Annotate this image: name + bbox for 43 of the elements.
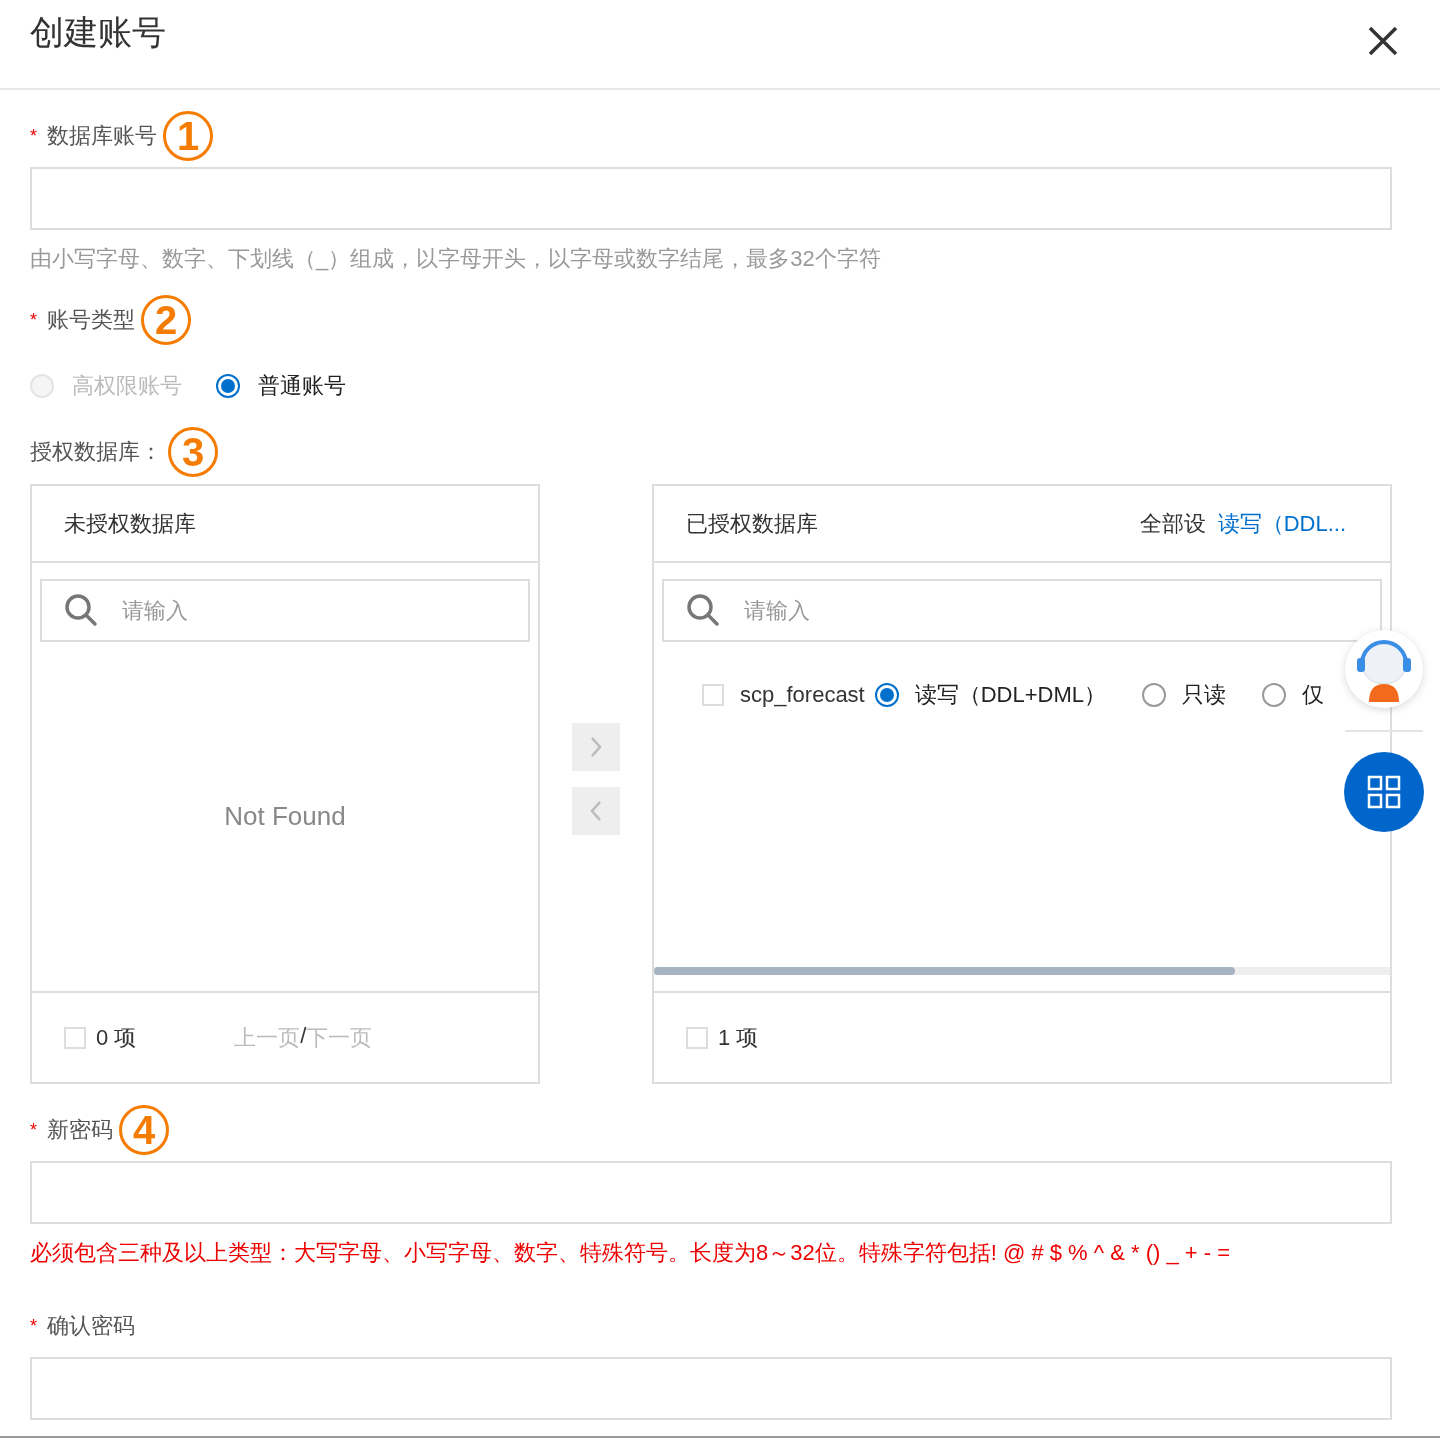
page-separator: / [300,1022,307,1050]
dialog-title: 创建账号 [30,12,166,53]
required-asterisk: * [30,125,37,147]
input-field[interactable] [30,1357,1392,1420]
required-asterisk: * [30,1315,37,1337]
search-field[interactable]: 请输入 [40,579,530,642]
search-field[interactable]: 请输入 [662,579,1382,642]
support-robot-icon[interactable] [1345,630,1423,708]
radio-option[interactable]: 读写（DDL+DML） [874,680,1107,710]
close-icon[interactable] [1366,24,1400,58]
search-icon [64,593,98,627]
checkbox[interactable] [702,684,724,706]
database-name: scp_forecast [740,682,865,708]
field-label: 账号类型 [47,306,135,334]
input-field[interactable] [30,167,1392,230]
field-label: 新密码 [47,1116,113,1144]
step-number-badge: 2 [141,295,191,345]
help-text: 由小写字母、数字、下划线（_）组成，以字母开头，以字母或数字结尾，最多32个字符 [30,245,882,273]
item-count: 0 项 [96,1023,137,1052]
set-all-link[interactable]: 读写（DDL... [1217,508,1346,539]
panel-title: 已授权数据库 [686,509,818,538]
scrollbar-thumb[interactable] [654,967,1236,975]
required-asterisk: * [30,309,37,331]
required-asterisk: * [30,1119,37,1141]
search-icon [686,593,720,627]
radio-option[interactable]: 普通账号 [216,371,346,401]
field-label: 授权数据库： [30,438,162,466]
checkbox[interactable] [686,1026,708,1049]
step-number-badge: 4 [119,1105,169,1155]
error-message: 必须包含三种及以上类型：大写字母、小写字母、数字、特殊符号。长度为8～32位。特殊字符包括! @ # $ % ^ & * () _ + - = [30,1239,1231,1267]
input-field[interactable] [30,1161,1392,1224]
set-all-label: 全部设 [1139,509,1206,538]
radio-option[interactable]: 只读 [1142,680,1227,710]
radio-option[interactable]: 仅 [1262,680,1325,710]
empty-message: Not Found [224,801,346,832]
field-label: 数据库账号 [47,122,157,150]
panel-title: 未授权数据库 [64,509,196,538]
step-number-badge: 3 [168,427,218,477]
field-label: 确认密码 [47,1312,135,1340]
horizontal-scrollbar[interactable] [654,967,1390,975]
step-number-badge: 1 [163,111,213,161]
item-count: 1 项 [718,1023,759,1052]
checkbox[interactable] [64,1026,86,1049]
